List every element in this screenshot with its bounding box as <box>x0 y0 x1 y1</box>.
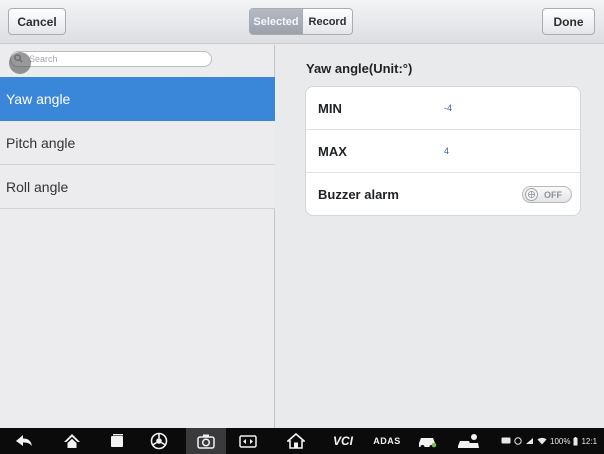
segment-selected[interactable]: Selected <box>250 9 302 34</box>
back-icon[interactable] <box>14 432 34 450</box>
camera-icon[interactable] <box>196 432 216 450</box>
section-title: Yaw angle(Unit:°) <box>306 61 413 76</box>
threshold-card: MIN -4 MAX 4 Buzzer alarm OFF <box>305 86 581 216</box>
min-value: -4 <box>444 103 453 113</box>
search-input[interactable]: Search <box>10 51 212 67</box>
view-segmented-control: Selected Record <box>249 8 353 35</box>
search-area: Search <box>0 45 275 77</box>
list-item-pitch-angle[interactable]: Pitch angle <box>0 121 275 165</box>
browser-icon[interactable] <box>150 432 168 450</box>
max-value: 4 <box>444 146 450 156</box>
system-nav-bar: VCI ADAS 100% 12:1 <box>0 428 604 454</box>
battery-icon <box>573 436 578 445</box>
adas-icon[interactable]: ADAS <box>370 432 404 450</box>
done-button[interactable]: Done <box>542 8 595 35</box>
segment-record[interactable]: Record <box>301 9 352 34</box>
parameter-list-panel: Search Yaw angle Pitch angle Roll angle <box>0 45 275 428</box>
list-item-label: Roll angle <box>6 178 69 195</box>
vci-icon[interactable]: VCI <box>326 432 360 450</box>
buzzer-toggle[interactable]: OFF <box>522 186 572 203</box>
touch-indicator <box>9 52 31 74</box>
parameter-detail-panel: Yaw angle(Unit:°) MIN -4 MAX 4 Buzzer al… <box>276 45 604 428</box>
screen-switch-icon[interactable] <box>238 432 258 450</box>
list-item-label: Pitch angle <box>6 134 76 151</box>
max-label: MAX <box>318 143 347 159</box>
buzzer-row: Buzzer alarm OFF <box>306 173 580 215</box>
car-icon[interactable] <box>416 432 438 450</box>
max-row[interactable]: MAX 4 <box>306 130 580 173</box>
recent-apps-icon[interactable] <box>108 432 126 450</box>
clock: 12:1 <box>581 436 598 446</box>
toggle-knob-icon <box>525 188 538 201</box>
vci-label: VCI <box>332 434 353 448</box>
alarm-icon <box>514 437 522 445</box>
list-item-yaw-angle[interactable]: Yaw angle <box>0 77 275 121</box>
battery-percent: 100% <box>550 436 571 446</box>
wifi-icon <box>537 437 547 445</box>
remote-expert-icon[interactable] <box>456 432 480 450</box>
toggle-state-text: OFF <box>544 189 562 200</box>
vehicle-home-icon[interactable] <box>287 432 305 450</box>
message-icon <box>501 437 511 444</box>
list-item-roll-angle[interactable]: Roll angle <box>0 165 275 209</box>
top-toolbar: Cancel Selected Record Done <box>0 0 604 44</box>
home-icon[interactable] <box>62 432 82 450</box>
sim-icon <box>526 438 533 444</box>
min-label: MIN <box>318 100 342 116</box>
parameter-list: Yaw angle Pitch angle Roll angle <box>0 77 275 209</box>
app-window: Cancel Selected Record Done Search Yaw a… <box>0 0 604 454</box>
cancel-button[interactable]: Cancel <box>8 8 66 35</box>
status-bar: 100% 12:1 <box>501 435 597 447</box>
list-item-label: Yaw angle <box>6 90 71 107</box>
buzzer-label: Buzzer alarm <box>318 187 399 202</box>
adas-label: ADAS <box>373 436 401 446</box>
min-row[interactable]: MIN -4 <box>306 87 580 130</box>
